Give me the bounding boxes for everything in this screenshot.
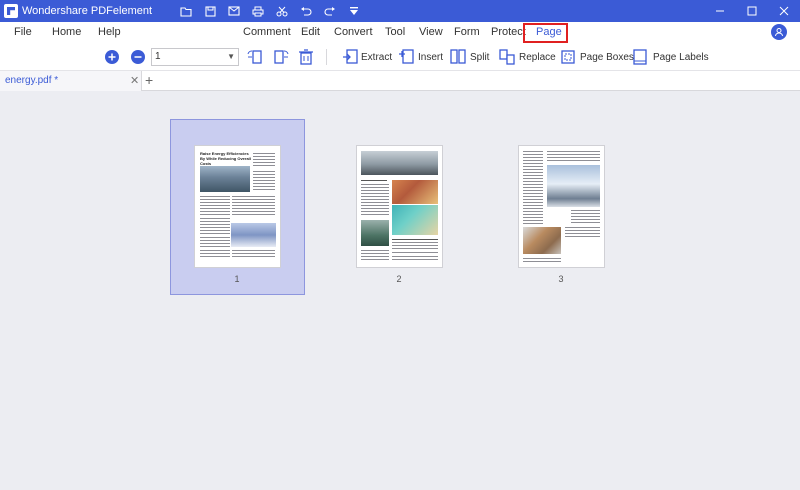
menu-tool[interactable]: Tool: [385, 26, 405, 38]
minimize-icon[interactable]: [704, 0, 736, 22]
page-labels-icon[interactable]: [632, 49, 648, 65]
page-1-heading: Raise Energy Efficiencies By While Reduc…: [200, 151, 251, 166]
delete-page-icon[interactable]: [298, 49, 314, 65]
dropdown-icon[interactable]: [342, 0, 366, 22]
insert-button[interactable]: Insert: [418, 52, 443, 63]
page-number-label-1: 1: [234, 274, 240, 284]
print-icon[interactable]: [246, 0, 270, 22]
menu-comment[interactable]: Comment: [243, 26, 291, 38]
menu-view[interactable]: View: [419, 26, 443, 38]
zoom-in-icon[interactable]: [104, 49, 120, 65]
menu-home[interactable]: Home: [52, 26, 81, 38]
rotate-left-icon[interactable]: [247, 49, 263, 65]
page-1-image-snow: [231, 223, 276, 247]
window-title: Wondershare PDFelement: [22, 5, 153, 17]
menu-file[interactable]: File: [14, 26, 32, 38]
page-thumbnail-3[interactable]: [518, 145, 605, 268]
split-button[interactable]: Split: [470, 52, 489, 63]
page-number-label-3: 3: [558, 274, 564, 284]
page-3-image-peak: [547, 165, 600, 207]
page-2-image-wave: [361, 220, 389, 246]
new-tab-icon[interactable]: +: [145, 72, 153, 88]
extract-icon[interactable]: [342, 49, 358, 65]
split-icon[interactable]: [450, 49, 466, 65]
page-boxes-button[interactable]: Page Boxes: [580, 52, 634, 63]
quick-access-toolbar: [174, 0, 366, 22]
save-icon[interactable]: [198, 0, 222, 22]
page-number-select[interactable]: 1 ▼: [151, 48, 239, 66]
menu-form[interactable]: Form: [454, 26, 480, 38]
insert-icon[interactable]: [398, 49, 414, 65]
scissors-icon[interactable]: [270, 0, 294, 22]
replace-icon[interactable]: [499, 49, 515, 65]
window-controls: [704, 0, 800, 22]
tab-label: energy.pdf *: [5, 75, 59, 86]
title-bar: Wondershare PDFelement: [0, 0, 800, 22]
undo-icon[interactable]: [294, 0, 318, 22]
page-menu-highlight-box: [523, 23, 568, 43]
document-tab-bar: energy.pdf * ✕ +: [0, 70, 800, 91]
mail-icon[interactable]: [222, 0, 246, 22]
page-number-value: 1: [155, 51, 161, 62]
rotate-right-icon[interactable]: [273, 49, 289, 65]
menu-edit[interactable]: Edit: [301, 26, 320, 38]
redo-icon[interactable]: [318, 0, 342, 22]
app-logo-icon: [4, 4, 18, 18]
user-account-icon[interactable]: [771, 24, 787, 40]
chevron-down-icon: ▼: [227, 52, 235, 61]
page-2-image-beach: [392, 205, 438, 235]
folder-icon[interactable]: [174, 0, 198, 22]
page-2-image-top: [361, 151, 438, 175]
page-thumbnail-1[interactable]: Raise Energy Efficiencies By While Reduc…: [194, 145, 281, 268]
toolbar-divider: [326, 49, 327, 65]
extract-button[interactable]: Extract: [361, 52, 392, 63]
menu-protect[interactable]: Protect: [491, 26, 526, 38]
maximize-icon[interactable]: [736, 0, 768, 22]
menu-help[interactable]: Help: [98, 26, 121, 38]
menu-convert[interactable]: Convert: [334, 26, 373, 38]
close-icon[interactable]: [768, 0, 800, 22]
tab-close-icon[interactable]: ✕: [130, 74, 139, 87]
page-3-image-canyon: [523, 227, 561, 254]
page-boxes-icon[interactable]: [560, 49, 576, 65]
page-number-label-2: 2: [396, 274, 402, 284]
tab-energy-pdf[interactable]: energy.pdf * ✕: [0, 71, 142, 91]
page-labels-button[interactable]: Page Labels: [653, 52, 709, 63]
menu-bar: File Home Help Comment Edit Convert Tool…: [0, 22, 800, 44]
page-1-image-mountain: [200, 166, 250, 192]
page-2-image-autumn: [392, 180, 438, 204]
page-thumbnail-2[interactable]: [356, 145, 443, 268]
replace-button[interactable]: Replace: [519, 52, 556, 63]
zoom-out-icon[interactable]: [130, 49, 146, 65]
